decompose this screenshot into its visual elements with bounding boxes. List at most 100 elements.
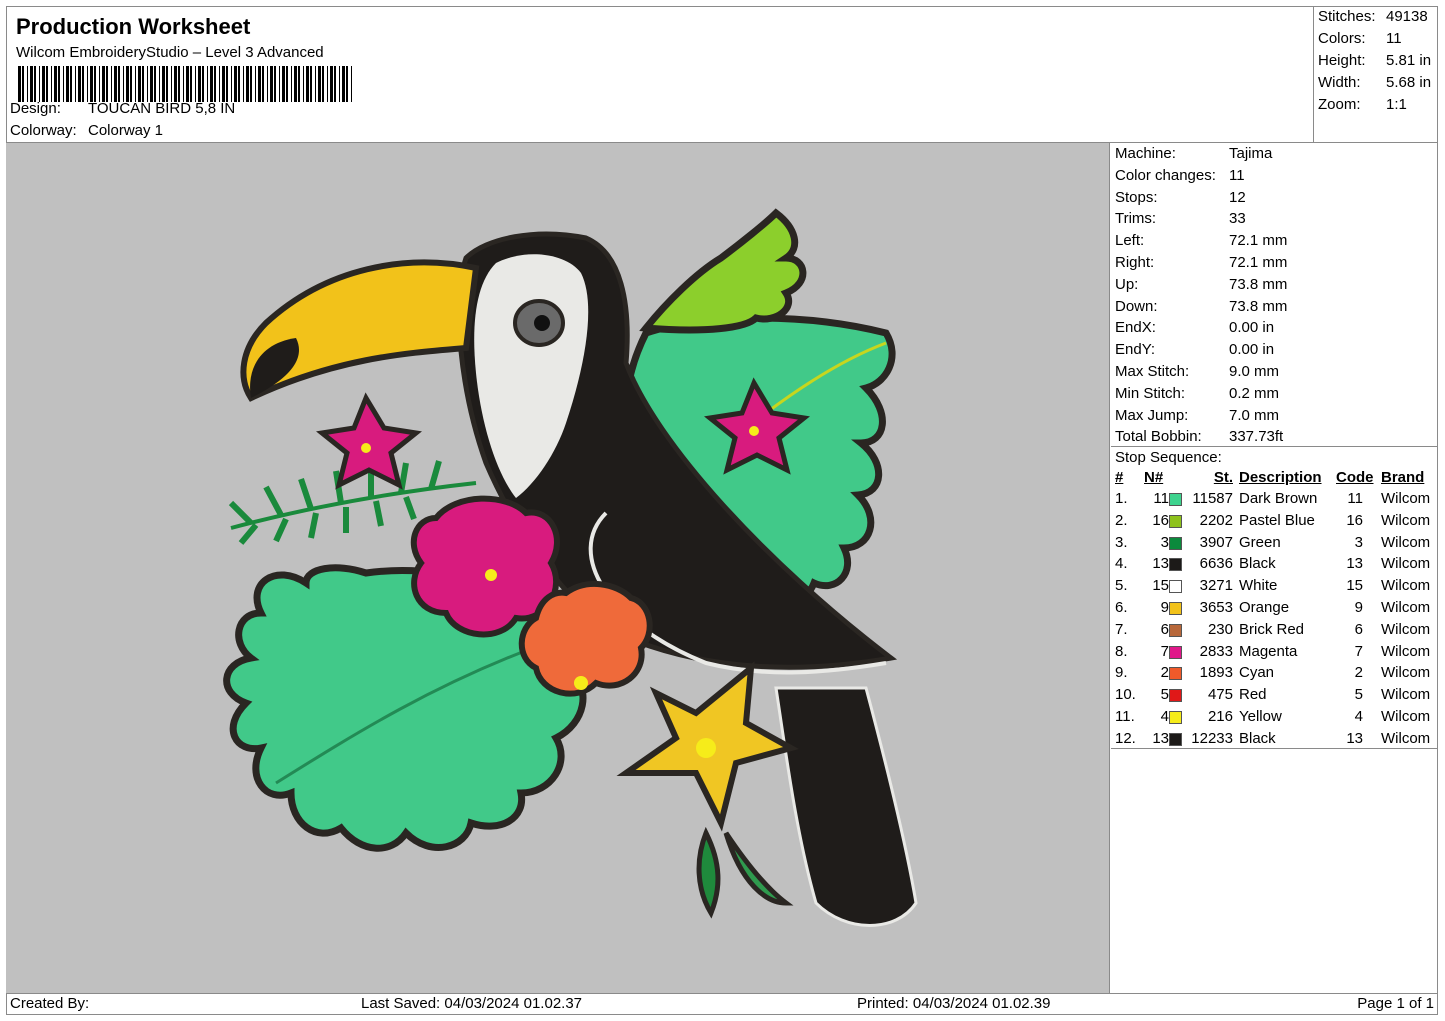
machine-label: Max Jump: [1115, 406, 1189, 424]
flower-hibiscus-orange [518, 580, 653, 697]
barcode-bar [63, 66, 64, 102]
barcode-bar [27, 66, 28, 102]
stop-stitches: 2833 [1199, 642, 1233, 660]
stop-description: Yellow [1239, 708, 1282, 725]
barcode-bar [346, 66, 348, 102]
barcode-bar [334, 66, 336, 102]
stop-code: 5 [1354, 686, 1363, 704]
barcode-bar [238, 66, 240, 102]
machine-row: Right: 72.1 mm [1115, 254, 1287, 274]
stat-value: 49138 [1386, 8, 1428, 25]
design-row: Design: TOUCAN BIRD 5,8 IN [10, 100, 235, 117]
barcode-bar [318, 66, 321, 102]
stat-value: 1:1 [1386, 96, 1407, 113]
stop-index: 9. [1115, 664, 1128, 682]
stop-code: 11 [1347, 490, 1363, 507]
stop-brand: Wilcom [1381, 599, 1431, 616]
barcode-bar [106, 66, 108, 102]
color-swatch [1169, 580, 1182, 594]
color-swatch [1169, 667, 1182, 681]
header-panel: Production Worksheet Wilcom EmbroiderySt… [6, 6, 1314, 143]
machine-label: Left: [1115, 232, 1145, 250]
stop-stitches: 3653 [1199, 599, 1233, 616]
stop-code: 16 [1346, 511, 1363, 529]
barcode-bar [342, 66, 345, 102]
barcode-bar [243, 66, 244, 102]
barcode-bar [58, 66, 60, 102]
barcode-bar [135, 66, 136, 102]
stop-stitches: 230 [1207, 620, 1233, 638]
stop-description: Pastel Blue [1239, 511, 1315, 529]
stop-description: Black [1239, 729, 1276, 747]
stat-height: Height: 5.81 in [1318, 52, 1431, 69]
barcode-bar [147, 66, 148, 102]
stop-code: 4 [1354, 708, 1363, 725]
machine-value: 337.73ft [1229, 428, 1284, 446]
stop-description: Dark Brown [1239, 490, 1318, 507]
stat-label: Colors: [1318, 30, 1366, 47]
stop-description: Orange [1239, 599, 1290, 616]
stop-stitches: 1893 [1199, 664, 1233, 682]
barcode-bar [99, 66, 100, 102]
printed-date: Printed: 04/03/2024 01.02.39 [857, 995, 1051, 1012]
stop-index: 10. [1115, 686, 1136, 704]
stat-label: Width: [1318, 74, 1361, 91]
machine-label: Max Stitch: [1115, 363, 1190, 380]
stop-row: 3. 3 3907 Green 3 Wilcom [1111, 534, 1438, 554]
stop-sequence-panel: Stop Sequence: # N# St. Description Code… [1111, 447, 1438, 749]
barcode-bar [306, 66, 309, 102]
barcode-bar [87, 66, 88, 102]
barcode-bar [303, 66, 304, 102]
stop-row: 8. 7 2833 Magenta 7 Wilcom [1111, 643, 1438, 663]
software-name: Wilcom EmbroideryStudio – Level 3 Advanc… [16, 44, 324, 61]
stop-brand: Wilcom [1381, 708, 1431, 725]
stop-index: 8. [1115, 642, 1128, 660]
machine-row: EndX: 0.00 in [1115, 319, 1274, 339]
barcode-bar [286, 66, 288, 102]
stop-stitches: 3271 [1199, 577, 1233, 595]
stop-needle: 2 [1160, 664, 1169, 682]
machine-row: Left: 72.1 mm [1115, 232, 1287, 252]
stop-row: 5. 15 3271 White 15 Wilcom [1111, 577, 1438, 597]
stop-index: 11. [1115, 708, 1135, 725]
bud-leaves [696, 826, 794, 919]
machine-row: Up: 73.8 mm [1115, 276, 1287, 296]
barcode-bar [102, 66, 105, 102]
barcode-bar [190, 66, 192, 102]
machine-value: 73.8 mm [1229, 297, 1288, 315]
barcode-bar [130, 66, 132, 102]
stop-needle: 16 [1152, 511, 1169, 529]
stop-row: 1. 11 11587 Dark Brown 11 Wilcom [1111, 490, 1438, 510]
stat-label: Zoom: [1318, 96, 1361, 113]
stop-needle: 4 [1160, 708, 1169, 725]
stop-row: 11. 4 216 Yellow 4 Wilcom [1111, 708, 1438, 728]
stop-brand: Wilcom [1381, 620, 1431, 638]
stop-index: 5. [1115, 577, 1128, 595]
stop-code: 13 [1346, 555, 1363, 573]
color-swatch [1169, 558, 1182, 572]
design-label: Design: [10, 100, 61, 117]
stop-row: 12. 13 12233 Black 13 Wilcom [1111, 730, 1438, 750]
barcode-bar [279, 66, 280, 102]
barcode-bar [219, 66, 220, 102]
machine-label: Min Stitch: [1115, 384, 1186, 402]
machine-row: Min Stitch: 0.2 mm [1115, 384, 1279, 405]
colorway-label: Colorway: [10, 122, 77, 139]
stop-stitches: 11587 [1192, 490, 1233, 507]
col-header-code: Code [1336, 469, 1374, 486]
machine-value: 9.0 mm [1229, 363, 1280, 380]
stop-needle: 7 [1160, 642, 1169, 660]
stop-index: 6. [1115, 599, 1128, 616]
barcode-bar [142, 66, 144, 102]
barcode-bar [270, 66, 273, 102]
stop-stitches: 2202 [1199, 511, 1233, 529]
small-leaf-top [639, 208, 807, 334]
barcode-bar [210, 66, 213, 102]
stop-stitches: 216 [1207, 708, 1233, 725]
stat-width: Width: 5.68 in [1318, 74, 1431, 91]
barcode-bar [51, 66, 52, 102]
stat-colors: Colors: 11 [1318, 30, 1402, 47]
machine-label: Machine: [1115, 145, 1176, 162]
stop-code: 2 [1354, 664, 1363, 682]
barcode-bar [162, 66, 165, 102]
